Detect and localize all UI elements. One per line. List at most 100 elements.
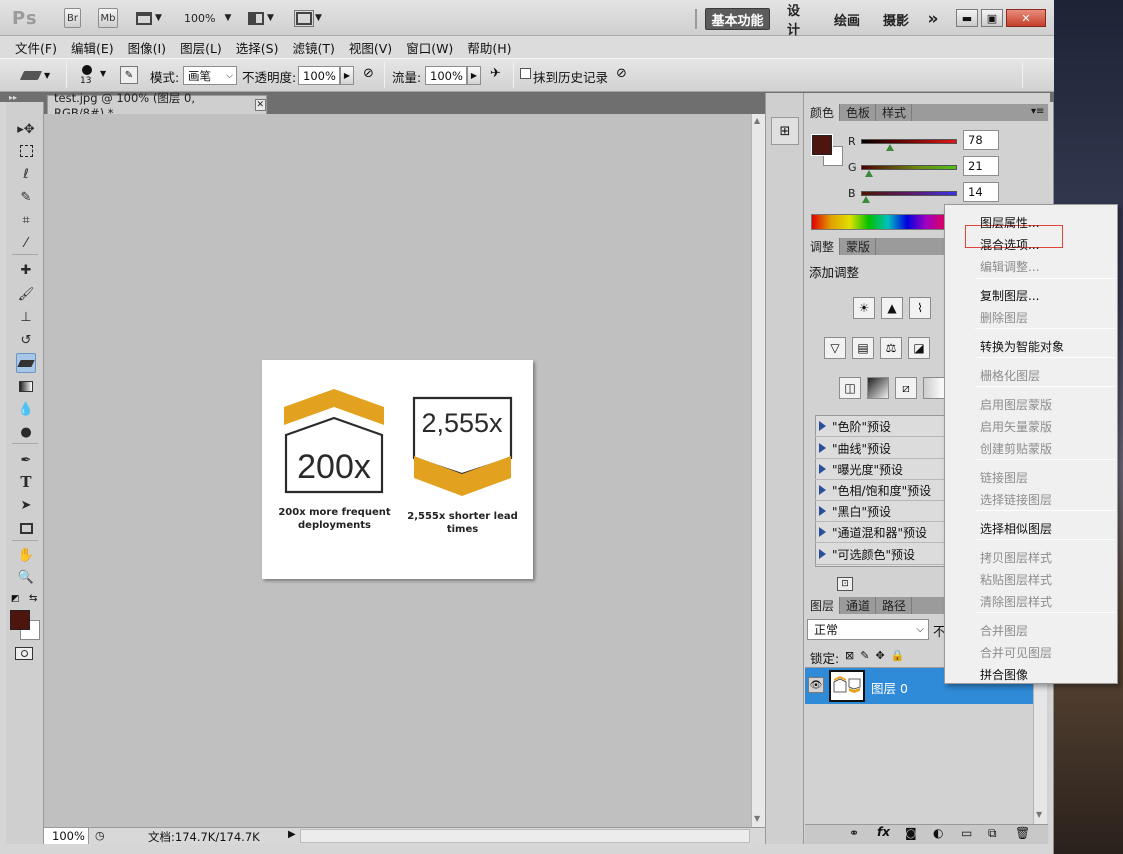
red-value-input[interactable]: 78 <box>963 130 999 150</box>
layers-scrollbar[interactable]: ▼ <box>1033 668 1047 824</box>
history-brush-tool[interactable]: ↺ <box>16 330 36 350</box>
context-menu-item[interactable]: 图层属性... <box>980 214 1039 231</box>
blue-value-input[interactable]: 14 <box>963 182 999 202</box>
workspace-essentials-button[interactable]: 基本功能 <box>705 8 770 30</box>
menu-help[interactable]: 帮助(H) <box>460 38 518 57</box>
menu-file[interactable]: 文件(F) <box>8 38 64 57</box>
quick-mask-button[interactable] <box>15 647 33 660</box>
context-menu-item[interactable]: 拼合图像 <box>980 666 1028 683</box>
foreground-color-swatch[interactable] <box>10 610 30 630</box>
new-layer-icon[interactable]: ⧉ <box>988 826 997 841</box>
gradient-map-icon[interactable] <box>867 377 889 399</box>
brush-tool[interactable]: 🖌 <box>16 284 36 304</box>
adjustment-layer-icon[interactable]: ◐ <box>933 826 943 840</box>
tab-color[interactable]: 颜色 <box>805 104 841 121</box>
horizontal-scrollbar[interactable] <box>300 829 750 843</box>
bridge-button[interactable]: Br <box>64 8 81 28</box>
panel-menu-icon[interactable]: ▾≡ <box>1031 106 1044 117</box>
eye-icon[interactable]: 👁 <box>808 677 824 693</box>
scroll-down-icon[interactable]: ▼ <box>1036 810 1042 819</box>
status-zoom-input[interactable]: 100% <box>44 828 89 844</box>
shape-tool[interactable] <box>16 518 36 538</box>
brush-panel-toggle[interactable]: ✎ <box>120 66 138 84</box>
marquee-tool[interactable] <box>16 141 36 161</box>
collapse-tools-icon[interactable]: ▸▸ <box>9 93 17 102</box>
green-slider-thumb[interactable] <box>865 170 873 177</box>
link-layers-icon[interactable]: ⚭ <box>849 826 859 840</box>
eraser-tool[interactable] <box>16 353 36 373</box>
menu-filter[interactable]: 滤镜(T) <box>285 38 341 57</box>
menu-edit[interactable]: 编辑(E) <box>64 38 121 57</box>
color-balance-icon[interactable]: ⚖ <box>880 337 902 359</box>
brightness-contrast-icon[interactable]: ☀ <box>853 297 875 319</box>
curves-icon[interactable]: ⌇ <box>909 297 931 319</box>
preset-black-white[interactable]: "黑白"预设 <box>815 501 945 522</box>
minibridge-button[interactable]: Mb <box>98 8 118 28</box>
lock-position-icon[interactable]: ✥ <box>875 649 884 662</box>
lock-all-icon[interactable]: 🔒 <box>891 649 905 662</box>
color-panel-foreground-swatch[interactable] <box>811 134 833 156</box>
lock-transparency-icon[interactable]: ⊠ <box>845 649 854 662</box>
dodge-tool[interactable]: ● <box>16 422 36 442</box>
zoom-tool[interactable]: 🔍 <box>16 567 36 587</box>
new-group-icon[interactable]: ▭ <box>961 826 972 840</box>
blur-tool[interactable]: 💧 <box>16 399 36 419</box>
history-panel-button[interactable]: ⊞ <box>771 117 799 145</box>
view-extras-button[interactable]: ▼ <box>136 8 162 28</box>
mode-select[interactable]: 画笔 ⌵ <box>183 66 237 85</box>
red-slider-thumb[interactable] <box>886 144 894 151</box>
context-menu-item[interactable]: 复制图层... <box>980 287 1039 304</box>
swap-colors-icon[interactable]: ⇆ <box>29 593 37 604</box>
blend-mode-select[interactable]: 正常 ⌵ <box>807 619 929 640</box>
airbrush-button[interactable]: ✈ <box>490 66 508 84</box>
color-ramp[interactable] <box>811 214 946 230</box>
layer-style-icon[interactable]: fx <box>877 825 890 839</box>
menu-select[interactable]: 选择(S) <box>229 38 286 57</box>
status-info-icon[interactable]: ◷ <box>95 829 105 842</box>
flow-input[interactable]: 100% <box>425 66 467 85</box>
scroll-down-icon[interactable]: ▼ <box>754 814 760 823</box>
quick-selection-tool[interactable]: ✎ <box>16 187 36 207</box>
clone-stamp-tool[interactable]: ⊥ <box>16 307 36 327</box>
preset-selective-color[interactable]: "可选颜色"预设 <box>815 544 945 565</box>
flow-slider-button[interactable]: ▶ <box>467 66 481 85</box>
erase-history-checkbox[interactable] <box>520 68 531 79</box>
threshold-icon[interactable]: ⧄ <box>895 377 917 399</box>
gradient-tool[interactable] <box>16 376 36 396</box>
tab-adjustments[interactable]: 调整 <box>805 238 841 255</box>
tab-layers[interactable]: 图层 <box>805 597 841 614</box>
hand-tool[interactable]: ✋ <box>16 545 36 565</box>
scroll-up-icon[interactable]: ▲ <box>754 116 760 125</box>
tab-swatches[interactable]: 色板 <box>841 104 877 121</box>
lock-pixels-icon[interactable]: ✎ <box>860 649 869 662</box>
red-slider[interactable] <box>861 139 957 144</box>
move-tool[interactable]: ▸✥ <box>16 119 36 139</box>
pen-tool[interactable]: ✒ <box>16 450 36 470</box>
menu-image[interactable]: 图像(I) <box>121 38 173 57</box>
healing-brush-tool[interactable]: ✚ <box>16 260 36 280</box>
brush-picker[interactable]: 13 ▼ <box>78 62 112 90</box>
tab-paths[interactable]: 路径 <box>877 597 913 614</box>
vibrance-icon[interactable]: ▽ <box>824 337 846 359</box>
close-document-icon[interactable]: ✕ <box>254 99 266 111</box>
tool-preset-picker[interactable]: ▼ <box>19 64 60 86</box>
workspace-photography-button[interactable]: 摄影 <box>883 8 909 30</box>
levels-icon[interactable]: ▲ <box>881 297 903 319</box>
delete-layer-icon[interactable]: 🗑 <box>1015 826 1030 840</box>
blue-slider-thumb[interactable] <box>862 196 870 203</box>
black-white-icon[interactable]: ◪ <box>908 337 930 359</box>
clip-to-layer-button[interactable]: ⊡ <box>837 577 853 591</box>
opacity-slider-button[interactable]: ▶ <box>340 66 354 85</box>
invert-icon[interactable]: ◫ <box>839 377 861 399</box>
minimize-button[interactable]: ▬ <box>956 9 978 27</box>
preset-hue-saturation[interactable]: "色相/饱和度"预设 <box>815 480 945 501</box>
opacity-input[interactable]: 100% <box>298 66 340 85</box>
blue-slider[interactable] <box>861 191 957 196</box>
tab-masks[interactable]: 蒙版 <box>841 238 877 255</box>
path-selection-tool[interactable]: ➤ <box>16 495 36 515</box>
eyedropper-tool[interactable]: ⁄ <box>16 233 36 253</box>
tab-channels[interactable]: 通道 <box>841 597 877 614</box>
layer-name[interactable]: 图层 0 <box>871 678 908 697</box>
preset-exposure[interactable]: "曝光度"预设 <box>815 459 945 480</box>
workspace-design-button[interactable]: 设计 <box>787 4 811 38</box>
